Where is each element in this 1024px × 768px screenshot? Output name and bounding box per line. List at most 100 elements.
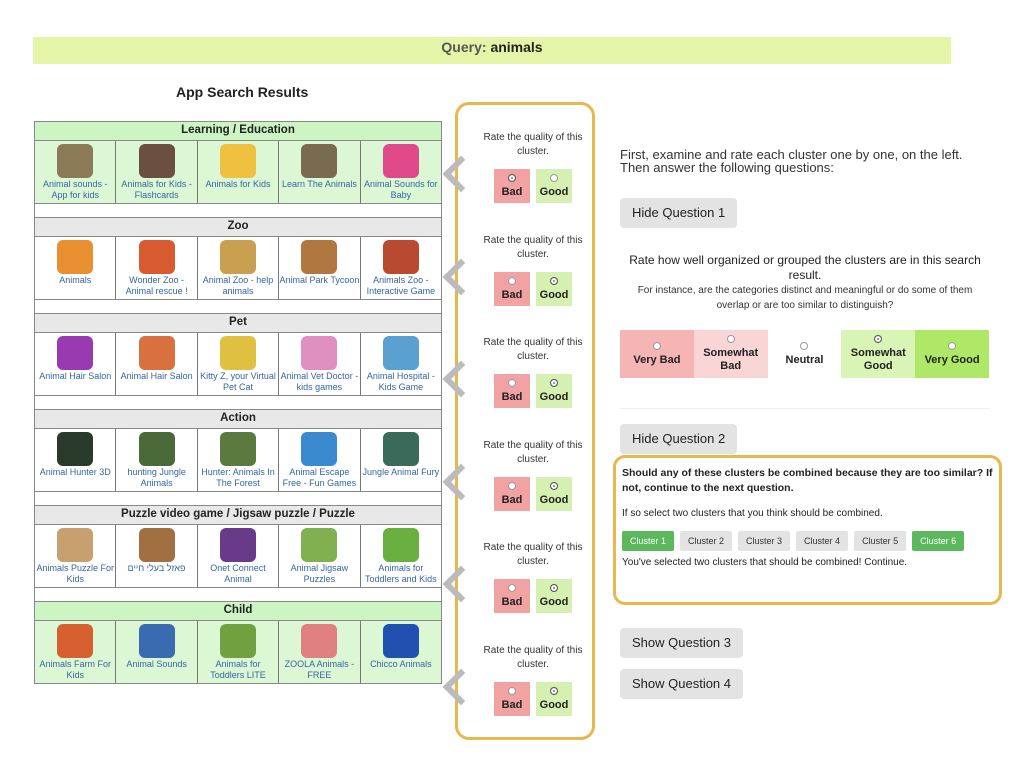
app-name-link[interactable]: Chicco Animals	[370, 659, 432, 670]
rate-good-option[interactable]: Good	[536, 681, 572, 716]
app-tile[interactable]: Animal Hair Salon	[35, 333, 117, 395]
app-name-link[interactable]: Animals Zoo - Interactive Game	[361, 275, 441, 297]
app-name-link[interactable]: Animal Vet Doctor - kids games	[279, 371, 359, 393]
radio-button[interactable]	[800, 341, 809, 350]
app-name-link[interactable]: Animal Sounds	[126, 659, 187, 670]
app-name-link[interactable]: Animal Hospital - Kids Game	[361, 371, 441, 393]
app-name-link[interactable]: hunting Jungle Animals	[116, 467, 196, 489]
radio-button[interactable]	[550, 276, 558, 285]
radio-button[interactable]	[726, 335, 735, 343]
scale-option[interactable]: Somewhat Good	[841, 330, 916, 378]
rate-good-option[interactable]: Good	[536, 374, 572, 408]
app-name-link[interactable]: Animals	[59, 275, 91, 286]
app-name-link[interactable]: Animals for Toddlers LITE	[198, 659, 278, 681]
radio-button[interactable]	[508, 584, 516, 592]
app-tile[interactable]: hunting Jungle Animals	[116, 429, 198, 491]
rate-bad-option[interactable]: Bad	[494, 271, 530, 306]
scale-option[interactable]: Very Bad	[620, 330, 694, 378]
app-tile[interactable]: Jungle Animal Fury	[361, 429, 441, 491]
app-tile[interactable]: Kitty Z, your Virtual Pet Cat	[198, 333, 280, 395]
rate-bad-option[interactable]: Bad	[494, 579, 530, 613]
cluster-2-button[interactable]: Cluster 2	[680, 531, 733, 551]
app-tile[interactable]: Animal Jigsaw Puzzles	[279, 525, 361, 587]
app-name-link[interactable]: Animal Park Tycoon	[279, 275, 359, 286]
app-tile[interactable]: Animals for Toddlers and Kids	[361, 525, 441, 587]
app-name-link[interactable]: Animal sounds - App for kids	[35, 179, 115, 201]
rate-bad-option[interactable]: Bad	[494, 476, 530, 511]
scale-option[interactable]: Somewhat Bad	[693, 330, 768, 378]
rate-bad-option[interactable]: Bad	[494, 169, 530, 203]
app-name-link[interactable]: Animals Farm For Kids	[35, 659, 115, 681]
radio-button[interactable]	[550, 174, 558, 182]
app-tile[interactable]: Animal Hunter 3D	[35, 429, 117, 491]
app-tile[interactable]: Animals Zoo - Interactive Game	[361, 237, 441, 299]
rate-good-option[interactable]: Good	[536, 271, 572, 306]
app-tile[interactable]: Animal Sounds for Baby	[360, 141, 442, 203]
app-tile[interactable]: Animals	[35, 237, 117, 299]
app-tile[interactable]: פאזל בעלי חיים	[116, 525, 198, 587]
app-tile[interactable]: ZOOLA Animals - FREE	[279, 621, 361, 683]
radio-button[interactable]	[508, 276, 516, 285]
radio-button[interactable]	[874, 335, 883, 343]
app-tile[interactable]: Onet Connect Animal	[198, 525, 280, 587]
radio-button[interactable]	[948, 341, 957, 350]
radio-button[interactable]	[508, 686, 516, 695]
app-tile[interactable]: Animals for Kids	[197, 141, 280, 203]
app-name-link[interactable]: Animal Hair Salon	[39, 371, 111, 382]
app-name-link[interactable]: Animals for Toddlers and Kids	[361, 563, 441, 585]
app-name-link[interactable]: Learn The Animals	[282, 179, 357, 190]
app-name-link[interactable]: פאזל בעלי חיים	[128, 563, 186, 574]
app-tile[interactable]: Animal Hospital - Kids Game	[361, 333, 441, 395]
cluster-1-button[interactable]: Cluster 1	[622, 531, 675, 551]
rate-good-option[interactable]: Good	[536, 169, 572, 203]
app-tile[interactable]: Animal Zoo - help animals	[198, 237, 280, 299]
app-name-link[interactable]: Animal Escape Free - Fun Games	[279, 467, 359, 489]
app-tile[interactable]: Animal Hair Salon	[116, 333, 198, 395]
app-name-link[interactable]: Wonder Zoo - Animal rescue !	[116, 275, 196, 297]
radio-button[interactable]	[550, 584, 558, 592]
cluster-3-button[interactable]: Cluster 3	[738, 531, 791, 551]
app-name-link[interactable]: Kitty Z, your Virtual Pet Cat	[198, 371, 278, 393]
radio-button[interactable]	[508, 174, 516, 182]
app-tile[interactable]: Animals Puzzle For Kids	[35, 525, 117, 587]
radio-button[interactable]	[550, 481, 558, 490]
radio-button[interactable]	[550, 379, 558, 387]
radio-button[interactable]	[652, 341, 661, 350]
radio-button[interactable]	[508, 481, 516, 490]
hide-question-1-button[interactable]: Hide Question 1	[620, 198, 738, 228]
app-tile[interactable]: Wonder Zoo - Animal rescue !	[116, 237, 198, 299]
app-name-link[interactable]: Animal Zoo - help animals	[198, 275, 278, 297]
scale-option[interactable]: Very Good	[915, 330, 989, 378]
cluster-4-button[interactable]: Cluster 4	[796, 531, 849, 551]
cluster-5-button[interactable]: Cluster 5	[854, 531, 907, 551]
app-name-link[interactable]: Animal Hair Salon	[121, 371, 193, 382]
scale-option[interactable]: Neutral	[767, 330, 842, 378]
app-tile[interactable]: Hunter: Animals In The Forest	[198, 429, 280, 491]
app-name-link[interactable]: ZOOLA Animals - FREE	[279, 659, 359, 681]
rate-good-option[interactable]: Good	[536, 579, 572, 613]
rate-bad-option[interactable]: Bad	[494, 681, 530, 716]
radio-button[interactable]	[508, 379, 516, 387]
app-tile[interactable]: Animal Sounds	[116, 621, 198, 683]
app-name-link[interactable]: Animal Sounds for Baby	[361, 179, 441, 201]
app-name-link[interactable]: Animal Jigsaw Puzzles	[279, 563, 359, 585]
app-name-link[interactable]: Animals for Kids	[206, 179, 271, 190]
app-tile[interactable]: Learn The Animals	[279, 141, 361, 203]
app-name-link[interactable]: Animals for Kids - Flashcards	[116, 179, 196, 201]
rate-good-option[interactable]: Good	[536, 476, 572, 511]
app-name-link[interactable]: Onet Connect Animal	[198, 563, 278, 585]
app-name-link[interactable]: Jungle Animal Fury	[363, 467, 440, 478]
hide-question-2-button[interactable]: Hide Question 2	[620, 424, 738, 454]
show-question-3-button[interactable]: Show Question 3	[620, 628, 744, 658]
cluster-6-button[interactable]: Cluster 6	[912, 531, 965, 551]
app-tile[interactable]: Chicco Animals	[360, 621, 442, 683]
app-name-link[interactable]: Animals Puzzle For Kids	[35, 563, 115, 585]
app-tile[interactable]: Animals for Toddlers LITE	[197, 621, 280, 683]
rate-bad-option[interactable]: Bad	[494, 374, 530, 408]
app-name-link[interactable]: Animal Hunter 3D	[40, 467, 111, 478]
app-tile[interactable]: Animal Escape Free - Fun Games	[279, 429, 361, 491]
app-tile[interactable]: Animal Park Tycoon	[279, 237, 361, 299]
app-tile[interactable]: Animals for Kids - Flashcards	[116, 141, 198, 203]
app-tile[interactable]: Animals Farm For Kids	[35, 621, 117, 683]
app-tile[interactable]: Animal sounds - App for kids	[35, 141, 117, 203]
